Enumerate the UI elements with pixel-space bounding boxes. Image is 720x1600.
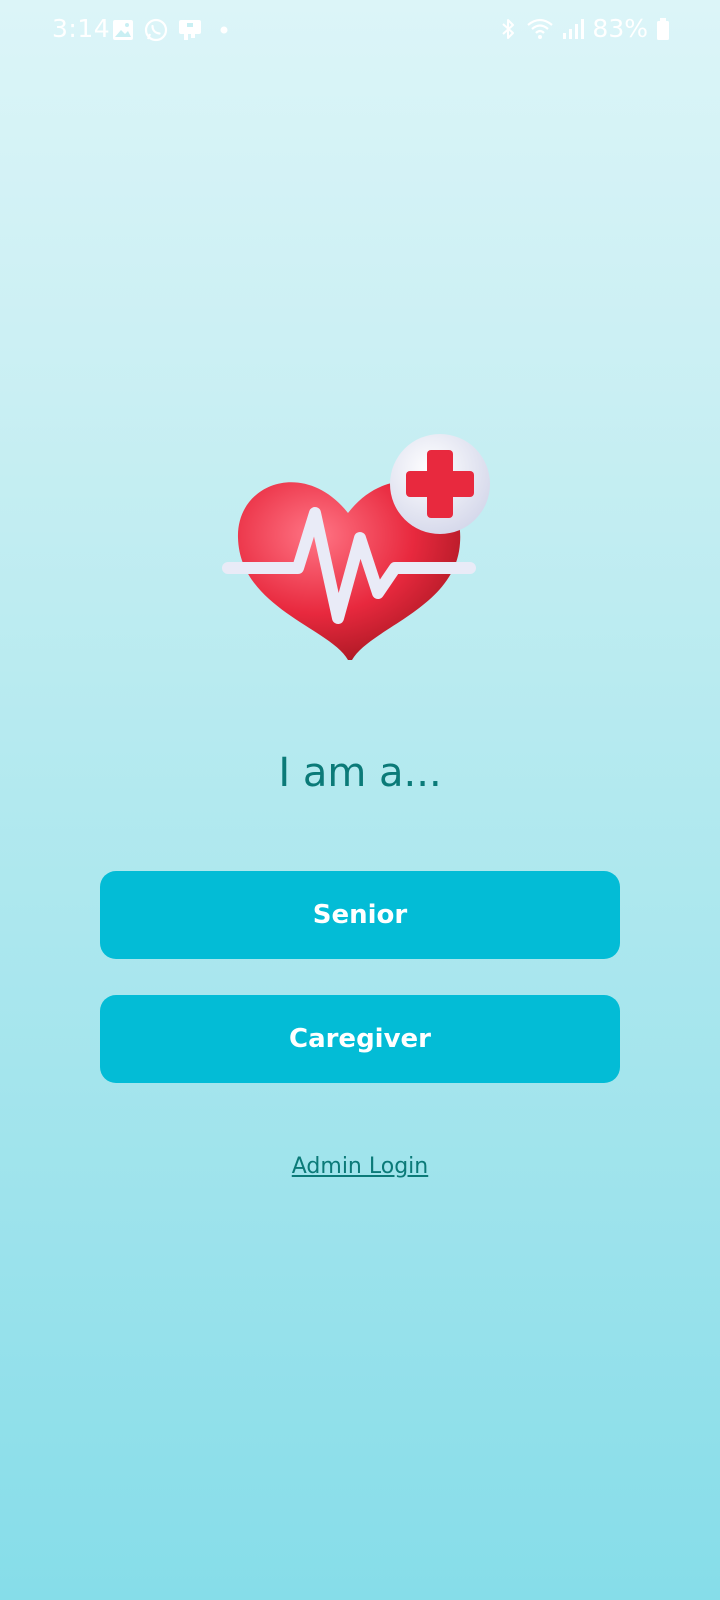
dot-icon [220,26,228,34]
whatsapp-icon [144,18,168,42]
bluetooth-icon [498,17,518,41]
notification-icons [112,18,228,42]
caregiver-button[interactable]: Caregiver [100,995,620,1083]
status-bar: 3:14 83% [0,0,720,60]
system-status: 83% [498,14,670,43]
admin-login-link[interactable]: Admin Login [0,1154,720,1179]
wifi-icon [526,17,554,41]
gallery-icon [112,19,134,41]
battery-icon [656,17,670,41]
heart-pulse-medical-icon [220,428,490,668]
app-notification-icon [178,18,202,42]
page-title: I am a... [278,750,442,796]
senior-button[interactable]: Senior [100,871,620,959]
battery-percentage: 83% [592,14,648,43]
status-time: 3:14 [52,14,111,43]
signal-icon [562,18,585,40]
